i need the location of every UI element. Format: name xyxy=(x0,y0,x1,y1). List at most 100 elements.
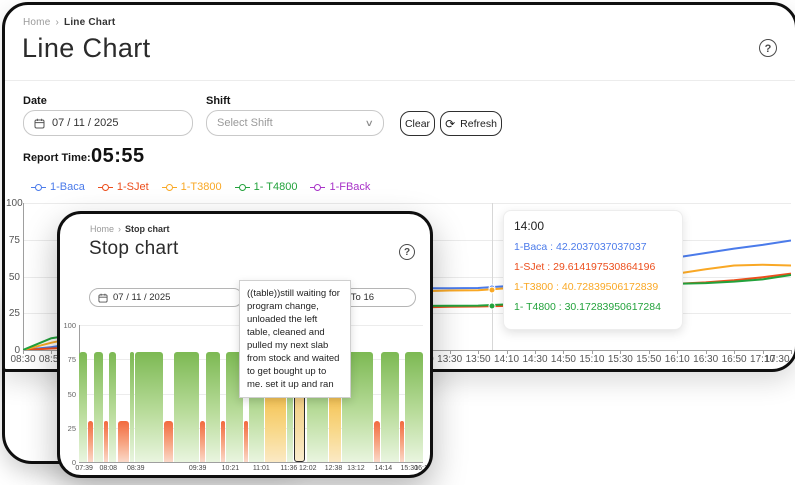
clear-button-label: Clear xyxy=(405,118,430,130)
tooltip-series-value: 1-SJet : 29.614197530864196 xyxy=(514,261,672,273)
x-tick-label: 14:30 xyxy=(522,354,547,365)
shift-placeholder: Select Shift xyxy=(217,117,273,129)
stop-bar[interactable] xyxy=(405,352,423,462)
page-title: Line Chart xyxy=(22,33,151,64)
legend-marker-ring xyxy=(35,184,42,191)
x-tick-label: 16:50 xyxy=(722,354,747,365)
legend-marker-icon xyxy=(98,184,113,191)
legend-marker-icon xyxy=(310,184,325,191)
stop-bar[interactable] xyxy=(244,421,248,462)
y-tick-label: 25 xyxy=(6,308,20,319)
stop-bar[interactable] xyxy=(374,421,379,462)
stop-bar[interactable] xyxy=(109,352,116,462)
legend-label: 1-SJet xyxy=(117,181,149,193)
stop-bar[interactable] xyxy=(174,352,199,462)
stop-x-tick-label: 11:01 xyxy=(253,465,270,472)
stop-bar[interactable] xyxy=(381,352,399,462)
y-tick-label: 75 xyxy=(6,235,20,246)
stop-bar[interactable] xyxy=(400,421,404,462)
stop-x-tick-label: 13:12 xyxy=(347,465,365,472)
legend-marker-icon xyxy=(162,184,177,191)
shift-label: Shift xyxy=(206,95,230,107)
x-tick-label: 15:10 xyxy=(579,354,604,365)
stop-chart-modal: Home›Stop chart Stop chart ? 07 / 11 / 2… xyxy=(57,211,433,478)
stop-y-tick-label: 25 xyxy=(63,424,76,433)
stop-x-tick-label: 08:08 xyxy=(99,465,117,472)
stop-bar[interactable] xyxy=(79,352,87,462)
report-time-value: 05:55 xyxy=(91,145,145,168)
modal-title: Stop chart xyxy=(89,238,179,260)
breadcrumb-home-link[interactable]: Home xyxy=(23,17,50,28)
stop-y-tick-label: 100 xyxy=(63,321,76,330)
y-tick-label: 50 xyxy=(6,272,20,283)
legend-item-1-T3800[interactable]: 1-T3800 xyxy=(162,181,222,193)
stop-x-tick-label: 11:36 xyxy=(280,465,297,472)
help-icon[interactable]: ? xyxy=(759,39,777,57)
legend-item-1-FBack[interactable]: 1-FBack xyxy=(310,181,370,193)
modal-calendar-icon xyxy=(98,293,108,303)
modal-date-value: 07 / 11 / 2025 xyxy=(113,292,170,303)
x-tick-label: 13:30 xyxy=(437,354,462,365)
stop-x-tick-label: 08:39 xyxy=(127,465,145,472)
stop-bar[interactable] xyxy=(329,394,341,463)
x-tick-label: 15:50 xyxy=(636,354,661,365)
refresh-icon: ⟳ xyxy=(445,118,455,130)
stop-bar[interactable] xyxy=(265,394,286,463)
legend-item-1-Baca[interactable]: 1-Baca xyxy=(31,181,85,193)
modal-date-input[interactable]: 07 / 11 / 2025 xyxy=(89,288,243,307)
header-divider xyxy=(5,80,795,81)
stop-x-tick-label: 16:18 xyxy=(414,465,432,472)
legend-marker-ring xyxy=(239,184,246,191)
date-input[interactable]: 07 / 11 / 2025 xyxy=(23,110,193,136)
stop-bar[interactable] xyxy=(88,421,93,462)
stop-x-tick-label: 10:21 xyxy=(222,465,240,472)
stop-bar[interactable] xyxy=(164,421,172,462)
y-tick-label: 100 xyxy=(6,198,20,209)
crosshair-dot-1-T4800 xyxy=(489,302,496,309)
shift-select[interactable]: Select Shift ∨ xyxy=(206,110,384,136)
stop-x-tick-label: 09:39 xyxy=(189,465,207,472)
crosshair-line xyxy=(492,203,493,350)
stop-bar[interactable] xyxy=(130,352,135,462)
refresh-button-label: Refresh xyxy=(460,118,497,130)
stop-y-tick-label: 50 xyxy=(63,390,76,399)
modal-breadcrumb-current: Stop chart xyxy=(125,224,170,234)
stop-y-tick-label: 75 xyxy=(63,355,76,364)
legend-label: 1- T4800 xyxy=(254,181,298,193)
x-tick-label: 17:30 xyxy=(764,354,789,365)
legend-marker-ring xyxy=(166,184,173,191)
stop-bar[interactable] xyxy=(200,421,205,462)
stop-bar-selected[interactable] xyxy=(294,394,306,463)
legend-marker-ring xyxy=(102,184,109,191)
stop-bar[interactable] xyxy=(221,421,225,462)
stop-bar[interactable] xyxy=(135,352,163,462)
stop-x-tick-label: 12:02 xyxy=(299,465,317,472)
x-tick-label: 08:30 xyxy=(10,354,35,365)
stop-bar[interactable] xyxy=(206,352,220,462)
legend-marker-icon xyxy=(31,184,46,191)
x-tick-label: 14:10 xyxy=(494,354,519,365)
chart-legend: 1-Baca 1-SJet 1-T3800 1- T4800 1-FBack xyxy=(31,181,370,193)
legend-marker-icon xyxy=(235,184,250,191)
legend-item-1-SJet[interactable]: 1-SJet xyxy=(98,181,149,193)
tooltip-time: 14:00 xyxy=(514,219,672,233)
modal-help-icon[interactable]: ? xyxy=(399,244,415,260)
line-chart-tooltip: 14:00 1-Baca : 42.20370370370371-SJet : … xyxy=(503,210,683,330)
stop-bar[interactable] xyxy=(118,421,129,462)
stop-bar[interactable] xyxy=(104,421,108,462)
refresh-button[interactable]: ⟳ Refresh xyxy=(440,111,502,136)
tooltip-series-value: 1-T3800 : 40.72839506172839 xyxy=(514,281,672,293)
clear-button[interactable]: Clear xyxy=(400,111,435,136)
date-label: Date xyxy=(23,95,47,107)
modal-breadcrumb: Home›Stop chart xyxy=(90,224,170,234)
x-tick-label: 16:30 xyxy=(693,354,718,365)
legend-label: 1-FBack xyxy=(329,181,370,193)
modal-breadcrumb-home-link[interactable]: Home xyxy=(90,224,114,234)
x-tick-label: 16:10 xyxy=(665,354,690,365)
legend-item-1-T4800[interactable]: 1- T4800 xyxy=(235,181,298,193)
stop-x-tick-label: 14:14 xyxy=(375,465,393,472)
report-time-label: Report Time: xyxy=(23,152,91,164)
stop-bar[interactable] xyxy=(94,352,103,462)
stop-x-tick-label: 07:39 xyxy=(75,465,93,472)
stop-x-tick-label: 12:38 xyxy=(325,465,343,472)
